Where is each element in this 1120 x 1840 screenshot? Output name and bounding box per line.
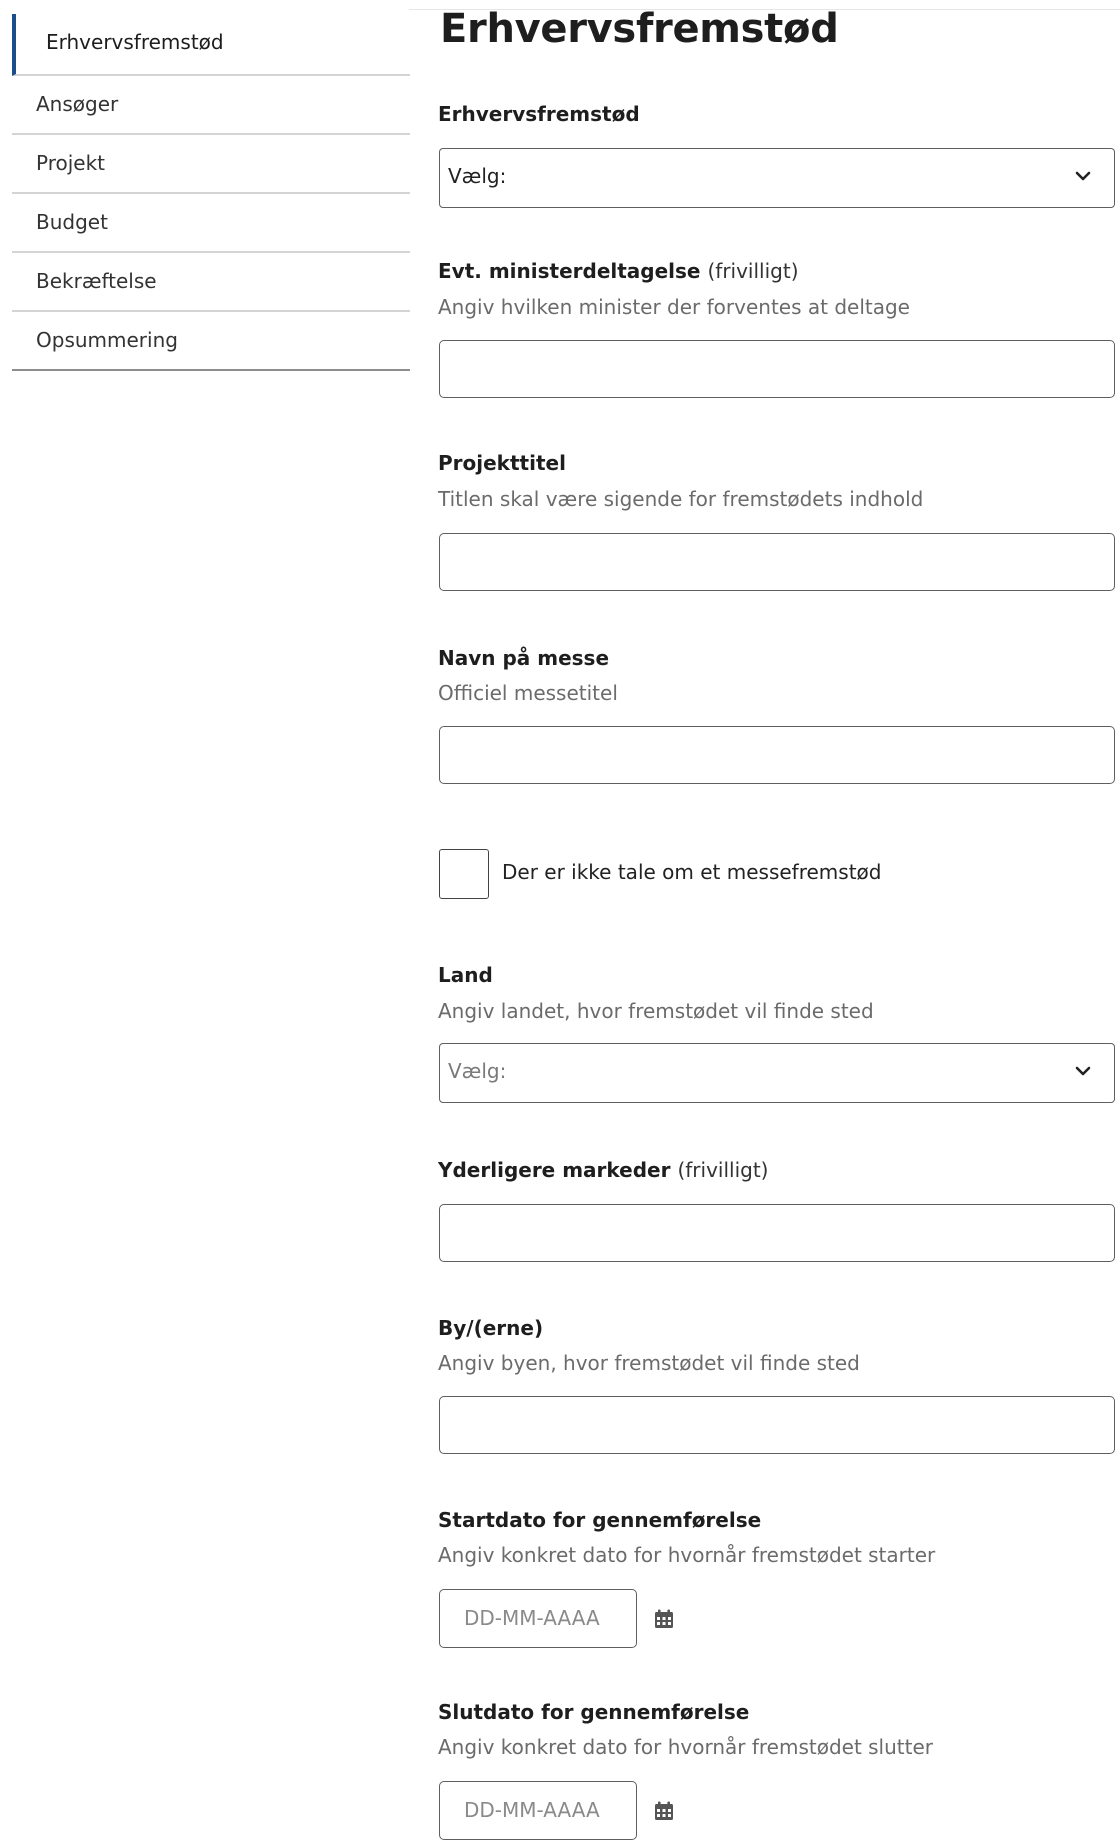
sidebar-item-label: Bekræftelse (36, 269, 157, 293)
sidebar-nav: Erhvervsfremstød Ansøger Projekt Budget … (12, 14, 410, 371)
calendar-icon[interactable] (653, 1608, 675, 1630)
minister-label-text: Evt. ministerdeltagelse (438, 259, 701, 283)
sidebar-item-bekraeftelse[interactable]: Bekræftelse (12, 253, 410, 312)
sidebar-item-opsummering[interactable]: Opsummering (12, 312, 410, 371)
sidebar-item-label: Ansøger (36, 92, 119, 116)
optional-tag: (frivilligt) (677, 1158, 769, 1182)
no-fair-checkbox-label[interactable]: Der er ikke tale om et messefremstød (502, 860, 881, 884)
start-date-input[interactable]: DD-MM-AAAA (439, 1589, 637, 1648)
calendar-icon[interactable] (653, 1800, 675, 1822)
minister-label: Evt. ministerdeltagelse (frivilligt) (438, 259, 799, 283)
start-date-placeholder: DD-MM-AAAA (464, 1606, 600, 1630)
optional-tag: (frivilligt) (707, 259, 799, 283)
type-select-value: Vælg: (448, 164, 507, 188)
project-title-help: Titlen skal være sigende for fremstødets… (438, 487, 924, 511)
cities-input[interactable] (439, 1396, 1115, 1454)
type-select[interactable]: Vælg: (439, 148, 1115, 208)
end-date-placeholder: DD-MM-AAAA (464, 1798, 600, 1822)
start-date-label: Startdato for gennemførelse (438, 1508, 762, 1532)
start-date-help: Angiv konkret dato for hvornår fremstøde… (438, 1543, 936, 1567)
sidebar-item-label: Erhvervsfremstød (46, 30, 224, 54)
fair-name-help: Officiel messetitel (438, 681, 618, 705)
country-label: Land (438, 963, 493, 987)
minister-help: Angiv hvilken minister der forventes at … (438, 295, 910, 319)
page-title: Erhvervsfremstød (440, 6, 839, 52)
chevron-down-icon (1075, 171, 1091, 181)
sidebar-item-label: Budget (36, 210, 108, 234)
sidebar-item-projekt[interactable]: Projekt (12, 135, 410, 194)
sidebar-item-erhvervsfremstod[interactable]: Erhvervsfremstød (12, 14, 410, 76)
sidebar-item-label: Opsummering (36, 328, 178, 352)
cities-label: By/(erne) (438, 1316, 544, 1340)
end-date-help: Angiv konkret dato for hvornår fremstøde… (438, 1735, 933, 1759)
fair-name-input[interactable] (439, 726, 1115, 784)
no-fair-checkbox[interactable] (439, 849, 489, 899)
country-select[interactable]: Vælg: (439, 1043, 1115, 1103)
cities-help: Angiv byen, hvor fremstødet vil finde st… (438, 1351, 860, 1375)
markets-input[interactable] (439, 1204, 1115, 1262)
sidebar-item-ansoger[interactable]: Ansøger (12, 76, 410, 135)
end-date-label: Slutdato for gennemførelse (438, 1700, 750, 1724)
project-title-input[interactable] (439, 533, 1115, 591)
minister-input[interactable] (439, 340, 1115, 398)
fair-name-label: Navn på messe (438, 646, 610, 670)
project-title-label: Projekttitel (438, 451, 566, 475)
chevron-down-icon (1075, 1066, 1091, 1076)
markets-label: Yderligere markeder (frivilligt) (438, 1158, 768, 1182)
sidebar-item-label: Projekt (36, 151, 106, 175)
sidebar-item-budget[interactable]: Budget (12, 194, 410, 253)
country-select-value: Vælg: (448, 1059, 507, 1083)
markets-label-text: Yderligere markeder (438, 1158, 671, 1182)
type-label: Erhvervsfremstød (438, 102, 640, 126)
country-help: Angiv landet, hvor fremstødet vil finde … (438, 999, 874, 1023)
end-date-input[interactable]: DD-MM-AAAA (439, 1781, 637, 1840)
